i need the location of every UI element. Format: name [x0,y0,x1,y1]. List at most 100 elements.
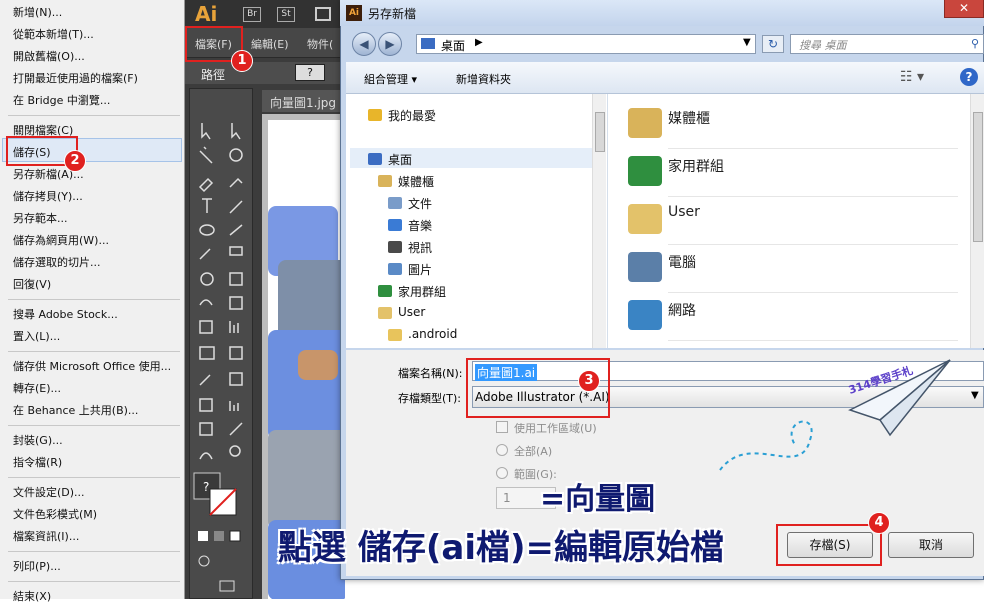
menu-item[interactable]: 轉存(E)... [13,380,61,396]
direct-select-icon [231,123,241,140]
menu-object[interactable]: 物件( [307,36,333,52]
menu-item[interactable]: 儲存為網頁用(W)... [13,232,109,248]
file-list-pane: 媒體櫃家用群組 User 電腦網路 [608,94,984,348]
artboard-tool-icon [199,422,213,436]
cancel-button[interactable]: 取消 [888,532,974,558]
menu-item[interactable]: 儲存供 Microsoft Office 使用... [13,358,171,374]
nav-item[interactable]: 音樂 [408,217,432,234]
forward-button[interactable]: ▶ [378,32,402,56]
menu-edit[interactable]: 編輯(E) [251,36,289,52]
file-item[interactable]: 網路 [668,300,696,320]
dialog-titlebar: Ai 另存新檔 [340,0,984,26]
document-tab[interactable]: 向量圖1.jpg [262,90,345,112]
nav-scroll-thumb[interactable] [595,112,605,152]
width-tool-icon [199,299,213,306]
overlay-caption-vector: =向量圖 [540,482,656,517]
help-dropdown[interactable]: ? [295,64,325,81]
artwork-shape [298,350,338,380]
user-folder-icon [378,307,392,319]
breadcrumb-arrow-icon[interactable]: ▶ [475,37,483,48]
menu-separator [8,299,180,300]
draw-mode-icon [198,555,210,567]
menu-separator [8,551,180,552]
new-folder-button[interactable]: 新增資料夾 [456,71,511,87]
nav-item[interactable]: 桌面 [388,151,412,168]
chart-tool-icon [229,321,239,333]
pencil-icon [199,248,211,260]
menu-item[interactable]: 結束(X) [13,588,51,604]
file-item[interactable]: 家用群組 [668,156,724,176]
menu-item[interactable]: 指令檔(R) [13,454,62,470]
app-bar: Ai Br St [185,0,345,28]
menu-item[interactable]: 封裝(G)... [13,432,63,448]
filename-label: 檔案名稱(N): [398,367,463,380]
menu-item[interactable]: 文件設定(D)... [13,484,85,500]
bridge-button[interactable]: Br [243,7,261,22]
menu-item[interactable]: 在 Behance 上共用(B)... [13,402,138,418]
document-icon [388,197,402,209]
address-bar[interactable]: 桌面 ▶ ▼ [416,34,756,54]
menu-item[interactable]: 儲存選取的切片... [13,254,101,270]
range-radio[interactable] [496,467,508,479]
gradient-mode-icon [214,531,224,541]
homegroup-icon [628,156,662,186]
file-scroll-thumb[interactable] [973,112,983,242]
scale-icon [229,272,243,286]
nav-item[interactable]: 家用群組 [398,283,446,300]
use-artboards-checkbox[interactable] [496,421,508,433]
menu-item[interactable]: 文件色彩模式(M) [13,506,97,522]
menu-item[interactable]: 另存範本... [13,210,68,226]
color-mode-icon [198,531,208,541]
refresh-button[interactable]: ↻ [762,35,784,53]
menu-item[interactable]: 檔案資訊(I)... [13,528,79,544]
file-item[interactable]: 電腦 [668,252,696,272]
help-icon[interactable]: ? [960,68,978,86]
library-icon [628,108,662,138]
network-icon [628,300,662,330]
magic-wand-icon [199,146,213,164]
menu-item[interactable]: 置入(L)... [13,328,60,344]
rotate-icon [200,272,214,286]
menu-item[interactable]: 儲存拷貝(Y)... [13,188,83,204]
chevron-down-icon[interactable]: ▼ [743,37,751,48]
file-item[interactable]: User [668,204,700,220]
nav-item[interactable]: .android [408,327,457,341]
nav-item[interactable]: User [398,305,425,319]
search-input[interactable]: 搜尋 桌面 ⚲ [790,34,984,54]
nav-item[interactable]: 媒體櫃 [398,173,434,190]
nav-selected-bg [350,148,592,168]
menu-item[interactable]: 開啟舊檔(O)... [13,48,85,64]
menu-item[interactable]: 搜尋 Adobe Stock... [13,306,118,322]
menu-item[interactable]: 在 Bridge 中瀏覽... [13,92,110,108]
menu-item[interactable]: 新增(N)... [13,4,62,20]
nav-item[interactable]: 文件 [408,195,432,212]
arrange-icon[interactable] [315,7,331,21]
menu-item[interactable]: 打開最近使用過的檔案(F) [13,70,138,86]
organize-button[interactable]: 組合管理 ▾ [364,71,417,87]
file-menu: 新增(N)... 從範本新增(T)... 開啟舊檔(O)... 打開最近使用過的檔案(… [0,0,185,603]
file-scrollbar[interactable] [970,94,984,348]
all-radio-label: 全部(A) [514,445,553,458]
picture-icon [388,263,402,275]
menu-item[interactable]: 列印(P)... [13,558,61,574]
file-item[interactable]: 媒體櫃 [668,108,710,128]
tool-icons[interactable]: ? [190,89,254,600]
slice-tool-icon [229,422,243,436]
stock-button[interactable]: St [277,7,295,22]
line-tool-icon [229,200,243,214]
nav-item[interactable]: 我的最愛 [388,107,436,124]
free-transform-icon [229,296,243,310]
menu-item[interactable]: 從範本新增(T)... [13,26,94,42]
shape-builder-icon [199,320,213,334]
search-placeholder: 搜尋 桌面 [799,39,847,52]
control-bar: 路徑 ? [185,62,345,84]
all-radio[interactable] [496,444,508,456]
artwork-shape [268,330,345,440]
menu-item[interactable]: 回復(V) [13,276,51,292]
back-button[interactable]: ◀ [352,32,376,56]
view-options-icon[interactable]: ☷ ▾ [900,69,924,85]
nav-item[interactable]: 圖片 [408,261,432,278]
close-button[interactable]: ✕ [944,0,984,18]
nav-item[interactable]: 視訊 [408,239,432,256]
nav-scrollbar[interactable] [592,94,606,348]
